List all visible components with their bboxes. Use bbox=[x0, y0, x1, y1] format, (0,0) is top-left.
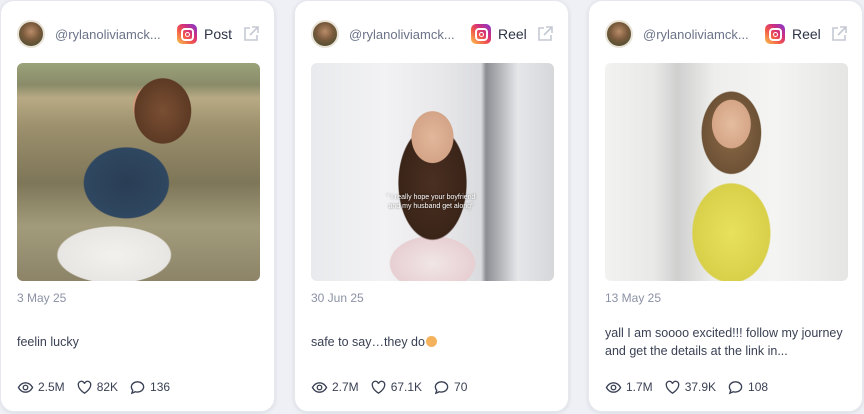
profile-handle[interactable]: @rylanoliviamck... bbox=[55, 27, 169, 42]
views-stat: 2.5M bbox=[17, 379, 65, 396]
post-date: 3 May 25 bbox=[17, 291, 67, 305]
post-stats: 1.7M 37.9K 108 bbox=[605, 378, 779, 396]
post-thumbnail[interactable] bbox=[605, 63, 848, 281]
avatar[interactable] bbox=[605, 20, 633, 48]
post-caption: feelin lucky bbox=[17, 335, 79, 349]
likes-stat: 37.9K bbox=[664, 379, 716, 396]
post-thumbnail[interactable] bbox=[17, 63, 260, 281]
eye-icon bbox=[17, 381, 34, 393]
external-link-icon[interactable] bbox=[536, 25, 554, 43]
comments-stat: 136 bbox=[129, 379, 170, 396]
views-count: 2.5M bbox=[38, 380, 65, 394]
instagram-icon bbox=[177, 24, 197, 44]
views-count: 2.7M bbox=[332, 380, 359, 394]
external-link-icon[interactable] bbox=[830, 25, 848, 43]
comments-stat: 108 bbox=[727, 379, 768, 396]
post-card[interactable]: @rylanoliviamck... Post 3 May 25 feelin … bbox=[0, 0, 275, 412]
post-type-label: Reel bbox=[792, 26, 821, 42]
comments-count: 108 bbox=[748, 380, 769, 394]
external-link-icon[interactable] bbox=[242, 25, 260, 43]
post-stats: 2.5M 82K 136 bbox=[17, 378, 181, 396]
avatar[interactable] bbox=[17, 20, 45, 48]
likes-stat: 67.1K bbox=[370, 379, 422, 396]
post-date: 13 May 25 bbox=[605, 291, 662, 305]
avatar[interactable] bbox=[311, 20, 339, 48]
comment-icon bbox=[434, 380, 449, 394]
post-header: @rylanoliviamck... Reel bbox=[311, 19, 554, 49]
post-stats: 2.7M 67.1K 70 bbox=[311, 378, 478, 396]
likes-count: 82K bbox=[96, 380, 119, 394]
post-caption: safe to say…they do bbox=[311, 333, 554, 351]
post-type-label: Reel bbox=[498, 26, 527, 42]
likes-stat: 82K bbox=[76, 379, 118, 396]
views-count: 1.7M bbox=[626, 380, 653, 394]
eye-icon bbox=[605, 381, 622, 393]
likes-count: 37.9K bbox=[684, 380, 717, 394]
profile-handle[interactable]: @rylanoliviamck... bbox=[643, 27, 757, 42]
comment-icon bbox=[130, 380, 145, 394]
post-header: @rylanoliviamck... Post bbox=[17, 19, 260, 49]
views-stat: 1.7M bbox=[605, 379, 653, 396]
eye-icon bbox=[311, 381, 328, 393]
post-card[interactable]: @rylanoliviamck... Reel 13 May 25 yall I… bbox=[588, 0, 863, 412]
video-overlay-text: " I really hope your boyfriend and my hu… bbox=[386, 194, 476, 210]
heart-icon bbox=[77, 380, 91, 394]
post-thumbnail[interactable]: " I really hope your boyfriend and my hu… bbox=[311, 63, 554, 281]
views-stat: 2.7M bbox=[311, 379, 359, 396]
heart-icon bbox=[665, 380, 679, 394]
instagram-icon bbox=[765, 24, 785, 44]
post-card[interactable]: @rylanoliviamck... Reel " I really hope … bbox=[294, 0, 569, 412]
comments-count: 70 bbox=[454, 380, 468, 394]
post-date: 30 Jun 25 bbox=[311, 291, 364, 305]
likes-count: 67.1K bbox=[390, 380, 423, 394]
instagram-icon bbox=[471, 24, 491, 44]
comments-count: 136 bbox=[150, 380, 171, 394]
caption-text: safe to say…they do bbox=[311, 335, 425, 349]
post-caption: yall I am soooo excited!!! follow my jou… bbox=[605, 326, 843, 358]
comment-icon bbox=[728, 380, 743, 394]
post-header: @rylanoliviamck... Reel bbox=[605, 19, 848, 49]
emoji-icon bbox=[425, 336, 437, 347]
post-type-label: Post bbox=[204, 26, 233, 42]
profile-handle[interactable]: @rylanoliviamck... bbox=[349, 27, 463, 42]
comments-stat: 70 bbox=[433, 379, 467, 396]
heart-icon bbox=[371, 380, 385, 394]
